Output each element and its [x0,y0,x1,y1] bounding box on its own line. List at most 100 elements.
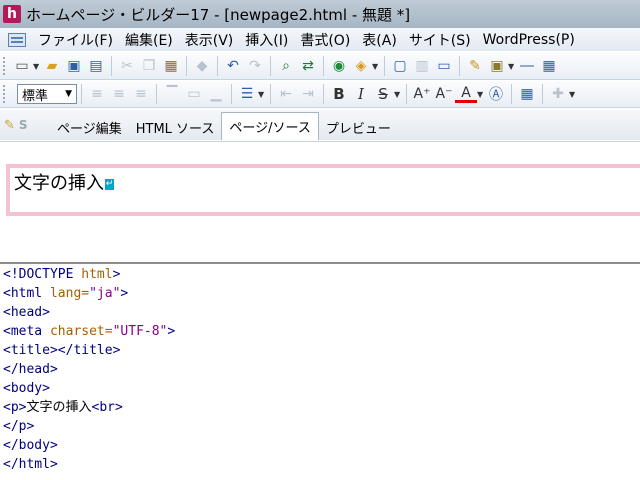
save-all-icon[interactable]: ▤ [85,55,107,77]
menu-format[interactable]: 書式(O) [294,30,356,50]
font-color-icon[interactable]: A [455,85,477,103]
indent-icon[interactable]: ⇥ [297,83,319,105]
menu-bar: ファイル(F) 編集(E) 表示(V) 挿入(I) 書式(O) 表(A) サイト… [0,28,640,51]
frame-dropdown-icon[interactable]: ▼ [508,62,516,71]
table-insert-icon[interactable]: ✚ [547,83,569,105]
font-size-up-icon[interactable]: A⁺ [411,83,433,105]
italic-button[interactable]: I [350,83,372,105]
font-color-dropdown-icon[interactable]: ▼ [477,90,485,99]
menu-file[interactable]: ファイル(F) [32,30,119,50]
ie-preview-icon[interactable]: ▢ [389,55,411,77]
source-tag: <head> [3,305,50,320]
source-view[interactable]: <!DOCTYPE html> <html lang="ja"> <head> … [0,264,640,480]
table-grid-icon[interactable]: ▦ [516,83,538,105]
toolbar-grip[interactable] [3,57,7,75]
menu-insert[interactable]: 挿入(I) [239,30,294,50]
toolbar-separator [111,56,112,76]
horizontal-rule-icon[interactable]: ― [516,55,538,77]
strike-dropdown-icon[interactable]: ▼ [394,90,402,99]
window-layout-icon[interactable]: ▭ [433,55,455,77]
list-icon[interactable]: ☰ [236,83,258,105]
valign-bottom-icon[interactable]: ▁ [205,83,227,105]
design-view[interactable]: 文字の挿入 ↵ [0,141,640,262]
tab-preview[interactable]: プレビュー [319,114,398,140]
page-properties-icon[interactable]: ▥ [411,55,433,77]
align-right-icon[interactable]: ≡ [130,83,152,105]
menu-view[interactable]: 表示(V) [179,30,240,50]
window-title: ホームページ・ビルダー17 - [newpage2.html - 無題 *] [26,5,411,24]
paragraph-text[interactable]: 文字の挿入 ↵ [14,169,114,195]
redo-icon[interactable]: ↷ [244,55,266,77]
toolbar-separator [459,56,460,76]
source-line: <p>文字の挿入<br> [0,398,640,417]
source-tag: <br> [91,400,123,415]
insert-image-icon[interactable]: ◉ [328,55,350,77]
toolbar-separator [156,84,157,104]
tab-page-source[interactable]: ページ/ソース [221,112,319,140]
strikethrough-button[interactable]: S [372,83,394,105]
eraser-icon[interactable]: ◆ [191,55,213,77]
list-dropdown-icon[interactable]: ▼ [258,90,266,99]
paste-icon[interactable]: ▦ [160,55,182,77]
outdent-icon[interactable]: ⇤ [275,83,297,105]
app-icon: h [3,5,21,23]
new-dropdown-icon[interactable]: ▼ [33,62,41,71]
new-file-icon[interactable]: ▭ [11,55,33,77]
align-center-icon[interactable]: ≡ [108,83,130,105]
window-menu-icon[interactable] [8,32,26,47]
paragraph-style-select[interactable]: 標準 ▼ [17,84,77,104]
menu-site[interactable]: サイト(S) [403,30,477,50]
open-folder-icon[interactable]: ▰ [41,55,63,77]
source-value: "UTF-8" [112,324,168,339]
formatting-toolbar: 標準 ▼ ≡ ≡ ≡ ▔ ▭ ▁ ☰ ▼ ⇤ ⇥ B I S ▼ A⁺ A⁻ A… [0,81,640,108]
paragraph-content: 文字の挿入 [14,173,104,194]
standard-toolbar: ▭ ▼ ▰ ▣ ▤ ✂ ❐ ▦ ◆ ↶ ↷ ⌕ ⇄ ◉ ◈ ▼ ▢ ▥ ▭ ✎ … [0,53,640,80]
insert-file-icon[interactable]: ◈ [350,55,372,77]
tab-html-source[interactable]: HTML ソース [129,114,222,140]
tab-page-edit[interactable]: ページ編集 [50,114,129,140]
source-line: </html> [0,455,640,474]
toolbar-separator [81,84,82,104]
paragraph-box[interactable]: 文字の挿入 ↵ [6,164,640,216]
source-tag: <title></title> [3,343,121,358]
toolbar-grip[interactable] [3,85,7,103]
table-insert-dropdown-icon[interactable]: ▼ [569,90,577,99]
pen-icon[interactable]: ✎ [464,55,486,77]
source-tag: > [112,267,121,282]
toolbar-separator [323,84,324,104]
save-icon[interactable]: ▣ [63,55,85,77]
source-tag: <html [3,286,43,301]
menu-edit[interactable]: 編集(E) [119,30,179,50]
cut-icon[interactable]: ✂ [116,55,138,77]
font-size-down-icon[interactable]: A⁻ [433,83,455,105]
source-tag: <body> [3,381,50,396]
menu-table[interactable]: 表(A) [356,30,403,50]
frame-icon[interactable]: ▣ [486,55,508,77]
source-attr: html [73,267,113,282]
toolbar-separator [217,56,218,76]
source-attr: lang= [42,286,90,301]
paragraph-style-value: 標準 [22,88,49,104]
table-icon[interactable]: ▦ [538,55,560,77]
source-line: </body> [0,436,640,455]
find-icon[interactable]: ⌕ [275,55,297,77]
bold-button[interactable]: B [328,83,350,105]
valign-top-icon[interactable]: ▔ [161,83,183,105]
copy-icon[interactable]: ❐ [138,55,160,77]
undo-icon[interactable]: ↶ [222,55,244,77]
source-text: 文字の挿入 [26,400,92,415]
toolbar-separator [231,84,232,104]
insert-dropdown-icon[interactable]: ▼ [372,62,380,71]
pencil-icon: ✎ [4,117,15,133]
toolbar-separator [542,84,543,104]
valign-middle-icon[interactable]: ▭ [183,83,205,105]
toolbar-separator [186,56,187,76]
s-badge-icon: S [18,118,28,132]
toolbar-separator [511,84,512,104]
replace-icon[interactable]: ⇄ [297,55,319,77]
view-tabs: ✎ S ページ編集 HTML ソース ページ/ソース プレビュー [0,110,640,140]
source-tag: > [167,324,176,339]
font-style-icon[interactable]: Ⓐ [485,83,507,105]
menu-wordpress[interactable]: WordPress(P) [477,32,581,48]
align-left-icon[interactable]: ≡ [86,83,108,105]
